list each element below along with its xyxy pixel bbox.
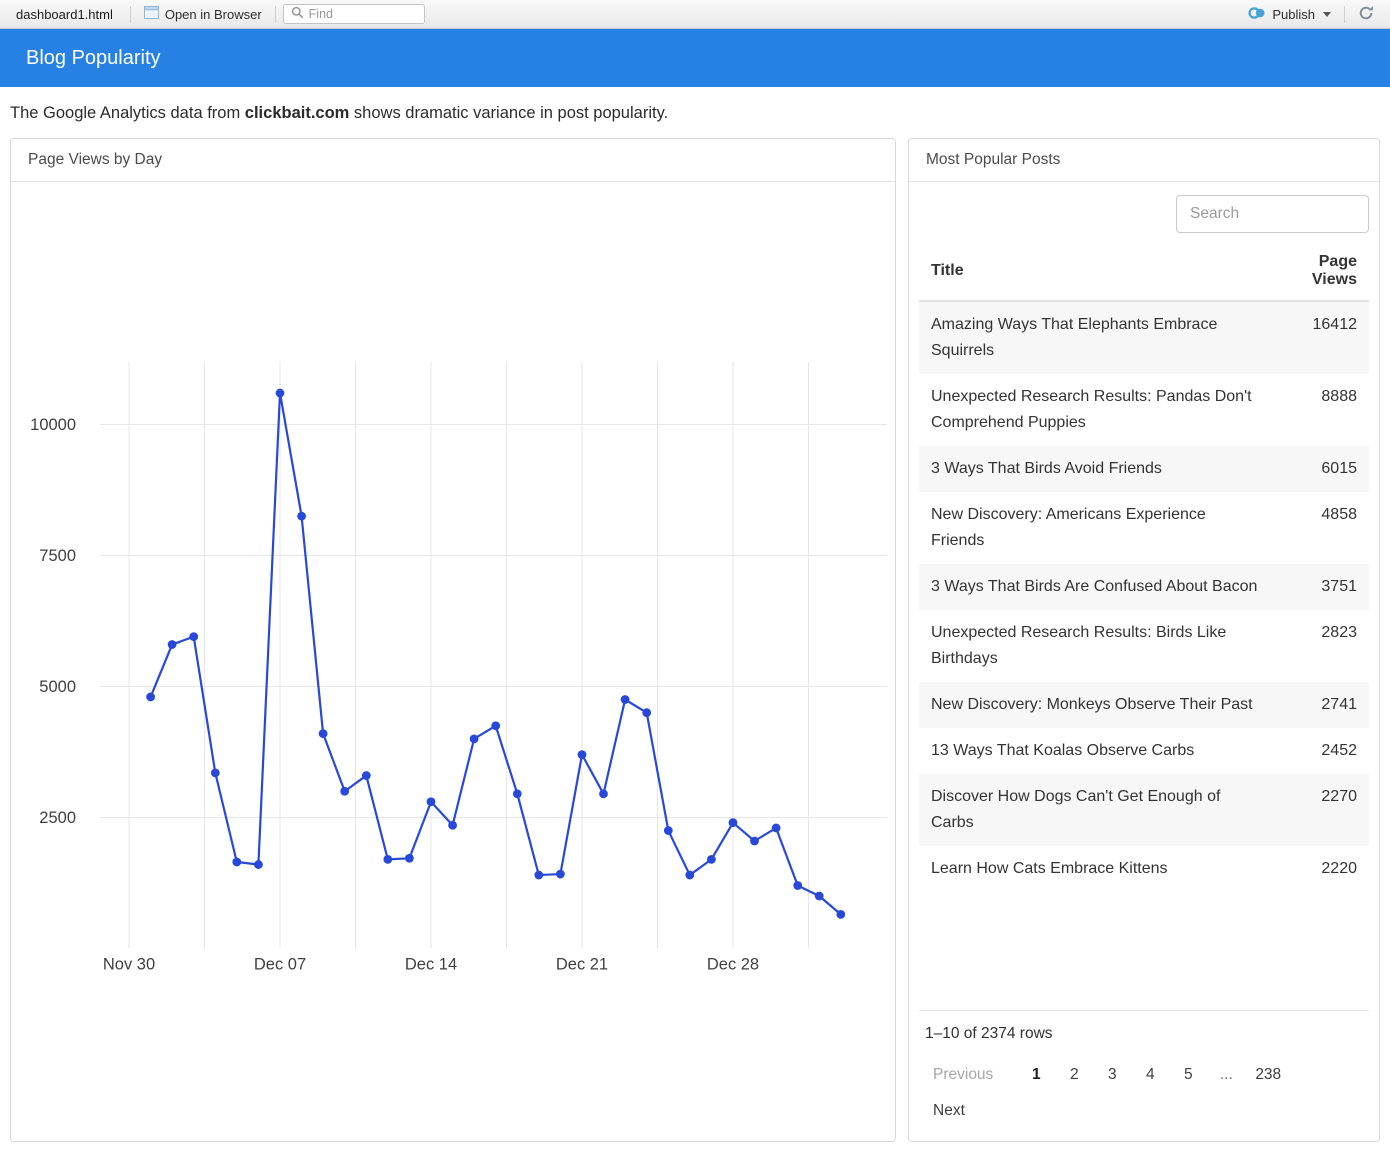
- chart-body: 2500 5000 7500 10000 Nov 30 Dec 07 Dec 14 Dec 2…: [11, 182, 895, 1141]
- previous-page-button[interactable]: Previous: [923, 1059, 1003, 1091]
- svg-text:Dec 07: Dec 07: [254, 955, 306, 973]
- page-buttons: 12345...238: [1017, 1059, 1291, 1091]
- svg-text:7500: 7500: [39, 547, 76, 565]
- table-row: Unexpected Research Results: Birds Like …: [919, 610, 1369, 682]
- page-views-cell: 4858: [1274, 492, 1369, 564]
- page-title: Blog Popularity: [26, 47, 161, 70]
- post-title-cell: Discover How Dogs Can't Get Enough of Ca…: [919, 774, 1274, 846]
- file-tab[interactable]: dashboard1.html: [6, 7, 123, 22]
- open-in-browser-button[interactable]: Open in Browser: [138, 4, 268, 24]
- find-box: [283, 4, 425, 24]
- page-views-cell: 16412: [1274, 301, 1369, 374]
- svg-text:Dec 21: Dec 21: [556, 955, 608, 973]
- table-row: Unexpected Research Results: Pandas Don'…: [919, 374, 1369, 446]
- chevron-down-icon: [1323, 12, 1331, 17]
- page-views-cell: 2220: [1274, 846, 1369, 892]
- table-row: Discover How Dogs Can't Get Enough of Ca…: [919, 774, 1369, 846]
- subtitle-suffix: shows dramatic variance in post populari…: [349, 104, 668, 122]
- post-title-cell: Amazing Ways That Elephants Embrace Squi…: [919, 301, 1274, 374]
- toolbar-separator: [1344, 6, 1345, 23]
- table-row: 3 Ways That Birds Are Confused About Bac…: [919, 564, 1369, 610]
- page-number-button[interactable]: 1: [1017, 1059, 1055, 1091]
- next-page-button[interactable]: Next: [923, 1095, 975, 1127]
- posts-panel: Most Popular Posts Title Page Views Amaz…: [908, 138, 1380, 1142]
- post-title-cell: 3 Ways That Birds Are Confused About Bac…: [919, 564, 1274, 610]
- toolbar-separator: [275, 6, 276, 23]
- page-number-button[interactable]: 4: [1131, 1059, 1169, 1091]
- pagination: 1–10 of 2374 rows Previous 12345...238 N…: [919, 1010, 1369, 1141]
- publish-circles-icon: [1248, 6, 1266, 23]
- pagination-summary: 1–10 of 2374 rows: [925, 1025, 1363, 1043]
- page-views-cell: 3751: [1274, 564, 1369, 610]
- page-views-line-chart[interactable]: 2500 5000 7500 10000 Nov 30 Dec 07 Dec 14 Dec 2…: [11, 182, 895, 1141]
- post-title-cell: Learn How Cats Embrace Kittens: [919, 846, 1274, 892]
- page-number-button[interactable]: 5: [1169, 1059, 1207, 1091]
- find-input[interactable]: [309, 7, 417, 21]
- post-title-cell: New Discovery: Americans Experience Frie…: [919, 492, 1274, 564]
- chart-panel: Page Views by Day 2500 5000 7500 10000 Nov 3…: [10, 138, 896, 1142]
- toolbar-separator: [130, 6, 131, 23]
- posts-table: Title Page Views Amazing Ways That Eleph…: [919, 244, 1369, 892]
- svg-text:10000: 10000: [30, 416, 76, 434]
- refresh-button[interactable]: [1352, 3, 1380, 26]
- refresh-icon: [1358, 5, 1374, 24]
- publish-button[interactable]: Publish: [1242, 4, 1337, 25]
- posts-body: Title Page Views Amazing Ways That Eleph…: [909, 182, 1379, 1141]
- open-in-browser-label: Open in Browser: [165, 7, 262, 22]
- app-window: dashboard1.html Open in Browser: [0, 0, 1390, 1142]
- page-views-cell: 8888: [1274, 374, 1369, 446]
- table-search-input[interactable]: [1176, 195, 1369, 233]
- table-row: Learn How Cats Embrace Kittens2220: [919, 846, 1369, 892]
- table-search-row: [919, 182, 1369, 244]
- table-row: New Discovery: Monkeys Observe Their Pas…: [919, 682, 1369, 728]
- page-views-cell: 2741: [1274, 682, 1369, 728]
- page-views-cell: 2452: [1274, 728, 1369, 774]
- post-title-cell: Unexpected Research Results: Birds Like …: [919, 610, 1274, 682]
- page-views-cell: 2270: [1274, 774, 1369, 846]
- page-number-button[interactable]: 238: [1245, 1059, 1291, 1091]
- subtitle: The Google Analytics data from clickbait…: [0, 87, 1390, 138]
- page-number-button[interactable]: 2: [1055, 1059, 1093, 1091]
- search-icon: [291, 6, 304, 22]
- post-title-cell: 13 Ways That Koalas Observe Carbs: [919, 728, 1274, 774]
- chart-panel-title: Page Views by Day: [11, 139, 895, 182]
- pagination-next-row: Next: [923, 1095, 1365, 1127]
- posts-table-body: Amazing Ways That Elephants Embrace Squi…: [919, 301, 1369, 892]
- svg-text:2500: 2500: [39, 809, 76, 827]
- post-title-cell: 3 Ways That Birds Avoid Friends: [919, 446, 1274, 492]
- page-ellipsis: ...: [1207, 1059, 1245, 1091]
- table-spacer: [919, 892, 1369, 1010]
- svg-text:5000: 5000: [39, 678, 76, 696]
- post-title-cell: New Discovery: Monkeys Observe Their Pas…: [919, 682, 1274, 728]
- viewer-toolbar: dashboard1.html Open in Browser: [0, 0, 1390, 29]
- browser-window-icon: [144, 6, 159, 22]
- page-views-cell: 2823: [1274, 610, 1369, 682]
- toolbar-right-group: Publish: [1242, 3, 1380, 26]
- page-views-cell: 6015: [1274, 446, 1369, 492]
- table-header-row: Title Page Views: [919, 244, 1369, 301]
- svg-text:Dec 28: Dec 28: [707, 955, 759, 973]
- subtitle-prefix: The Google Analytics data from: [10, 104, 245, 122]
- column-header-title[interactable]: Title: [919, 244, 1274, 301]
- pagination-buttons-row: Previous 12345...238: [923, 1059, 1365, 1091]
- table-row: Amazing Ways That Elephants Embrace Squi…: [919, 301, 1369, 374]
- navbar: Blog Popularity: [0, 29, 1390, 87]
- publish-label: Publish: [1272, 7, 1315, 22]
- post-title-cell: Unexpected Research Results: Pandas Don'…: [919, 374, 1274, 446]
- subtitle-domain: clickbait.com: [245, 104, 350, 122]
- posts-panel-title: Most Popular Posts: [909, 139, 1379, 182]
- svg-text:Nov 30: Nov 30: [103, 955, 155, 973]
- page-number-button[interactable]: 3: [1093, 1059, 1131, 1091]
- table-row: 13 Ways That Koalas Observe Carbs2452: [919, 728, 1369, 774]
- main-content: Page Views by Day 2500 5000 7500 10000 Nov 3…: [0, 138, 1390, 1142]
- svg-text:Dec 14: Dec 14: [405, 955, 457, 973]
- table-row: New Discovery: Americans Experience Frie…: [919, 492, 1369, 564]
- table-row: 3 Ways That Birds Avoid Friends6015: [919, 446, 1369, 492]
- column-header-page-views[interactable]: Page Views: [1274, 244, 1369, 301]
